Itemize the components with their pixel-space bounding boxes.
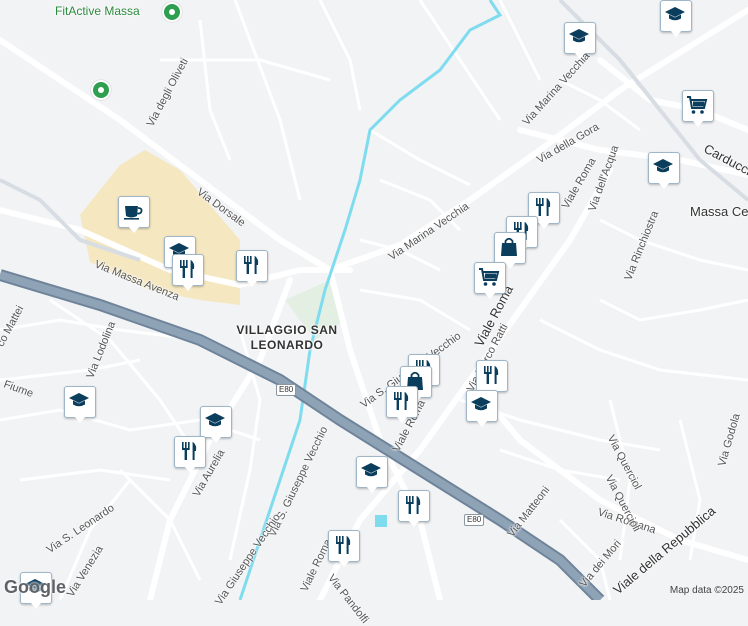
map-marker[interactable] bbox=[564, 22, 596, 59]
map-marker[interactable] bbox=[494, 232, 526, 269]
map-marker[interactable] bbox=[648, 152, 680, 189]
google-logo: Google bbox=[4, 577, 66, 597]
map-canvas[interactable] bbox=[0, 0, 748, 600]
map-marker[interactable] bbox=[682, 90, 714, 127]
map-marker[interactable] bbox=[236, 250, 268, 287]
highway-shield-e80: E80 bbox=[464, 514, 485, 526]
map-marker[interactable] bbox=[398, 490, 430, 527]
map-marker[interactable] bbox=[118, 196, 150, 233]
poi-fitactive-icon[interactable] bbox=[162, 2, 182, 22]
map-marker[interactable] bbox=[328, 530, 360, 567]
map-marker[interactable] bbox=[476, 360, 508, 397]
map-marker[interactable] bbox=[356, 456, 388, 493]
map-marker[interactable] bbox=[200, 406, 232, 443]
map-marker[interactable] bbox=[64, 386, 96, 423]
map-marker[interactable] bbox=[466, 390, 498, 427]
map-marker[interactable] bbox=[172, 254, 204, 291]
map-attribution[interactable]: Map data ©2025 bbox=[670, 585, 744, 596]
pond bbox=[375, 515, 387, 527]
map-marker[interactable] bbox=[386, 386, 418, 423]
highway-shield-e80: E80 bbox=[276, 384, 297, 396]
map-marker[interactable] bbox=[660, 0, 692, 37]
map-marker[interactable] bbox=[174, 436, 206, 473]
map-marker[interactable] bbox=[474, 262, 506, 299]
poi-park-icon[interactable] bbox=[91, 80, 111, 100]
